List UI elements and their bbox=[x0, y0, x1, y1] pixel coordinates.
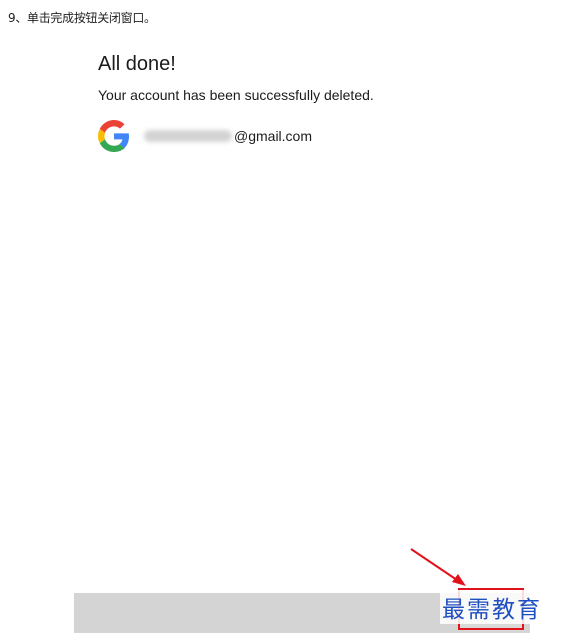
watermark: 最需教育 bbox=[440, 590, 544, 624]
arrow-annotation bbox=[410, 548, 466, 586]
